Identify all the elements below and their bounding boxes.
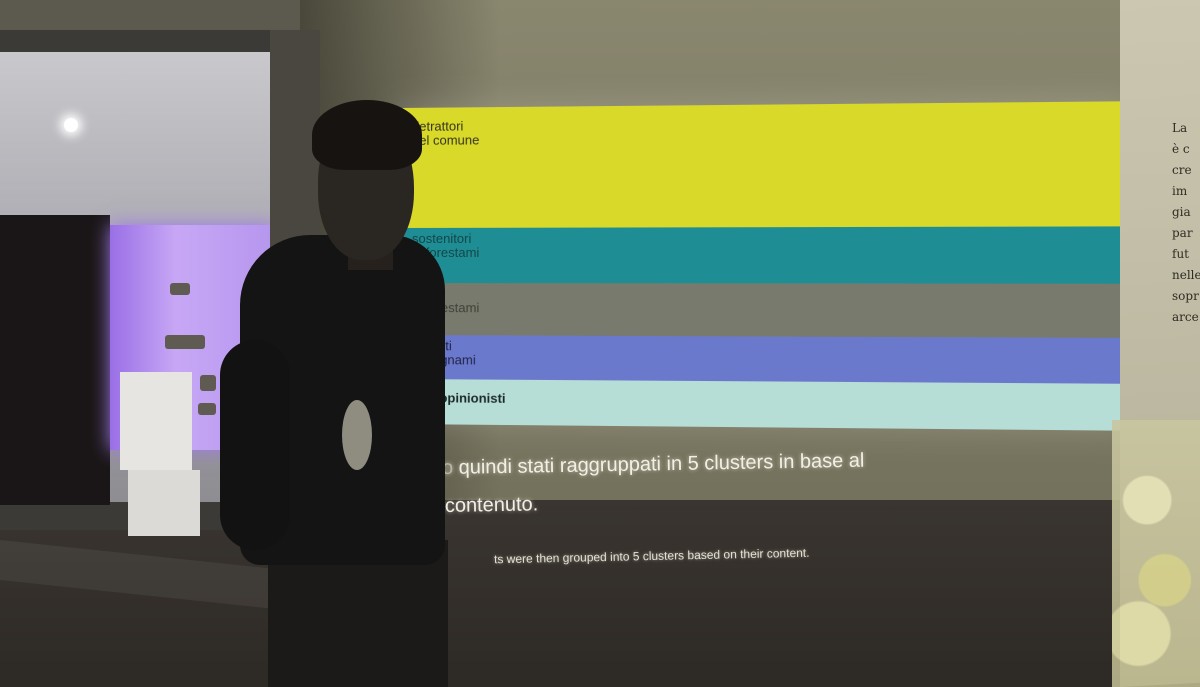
cluster-band-attivisti: attivisti di bagnami bbox=[398, 335, 1133, 384]
band-label: sostenitori bbox=[411, 230, 472, 246]
visitor-hair bbox=[312, 100, 422, 170]
ceiling-light bbox=[64, 118, 78, 132]
display-object bbox=[165, 335, 205, 349]
cluster-band-critici: critici di forestami bbox=[398, 283, 1133, 338]
projected-cluster-chart: detrattori del comune sostenitori di for… bbox=[398, 101, 1133, 431]
exhibition-scene: detrattori del comune sostenitori di for… bbox=[0, 0, 1200, 687]
white-pedestal-base bbox=[128, 470, 200, 536]
band-label: altri opinionisti bbox=[411, 390, 506, 406]
panel-line: gia bbox=[1172, 205, 1191, 219]
panel-line: par bbox=[1172, 226, 1193, 240]
panel-text: La è c cre im gia par fut nelle sopr arc… bbox=[1172, 118, 1200, 328]
visitor-silhouette bbox=[220, 100, 450, 687]
caption-main: quindi stati raggruppati in 5 clusters i… bbox=[458, 449, 865, 479]
panel-map-graphic bbox=[1112, 420, 1200, 687]
panel-line: fut bbox=[1172, 247, 1189, 261]
panel-line: nelle bbox=[1172, 268, 1200, 282]
display-object bbox=[200, 375, 216, 391]
band-label-line2: di forestami bbox=[411, 244, 480, 260]
panel-line: cre bbox=[1172, 163, 1192, 177]
cluster-band-sostenitori: sostenitori di forestami bbox=[398, 226, 1133, 284]
visitor-arm bbox=[220, 340, 290, 550]
cluster-band-detrattori: detrattori del comune bbox=[398, 101, 1133, 228]
panel-line: im bbox=[1172, 184, 1188, 198]
white-pedestal bbox=[120, 372, 192, 470]
panel-line: è c bbox=[1172, 142, 1190, 156]
panel-line: arce bbox=[1172, 310, 1199, 324]
panel-line: sopr bbox=[1172, 289, 1199, 303]
elbow-patch bbox=[342, 400, 372, 470]
band-label-line2: di bagnami bbox=[412, 352, 476, 368]
cluster-band-altri: altri opinionisti bbox=[398, 379, 1133, 431]
panel-line: La bbox=[1172, 121, 1188, 135]
display-object bbox=[198, 403, 216, 415]
italian-caption: sono quindi stati raggruppati in 5 clust… bbox=[409, 438, 1050, 525]
display-object bbox=[170, 283, 190, 295]
dark-door-opening bbox=[0, 215, 110, 505]
band-label: critici bbox=[412, 286, 1117, 302]
band-label-line2: di forestami bbox=[411, 300, 480, 316]
